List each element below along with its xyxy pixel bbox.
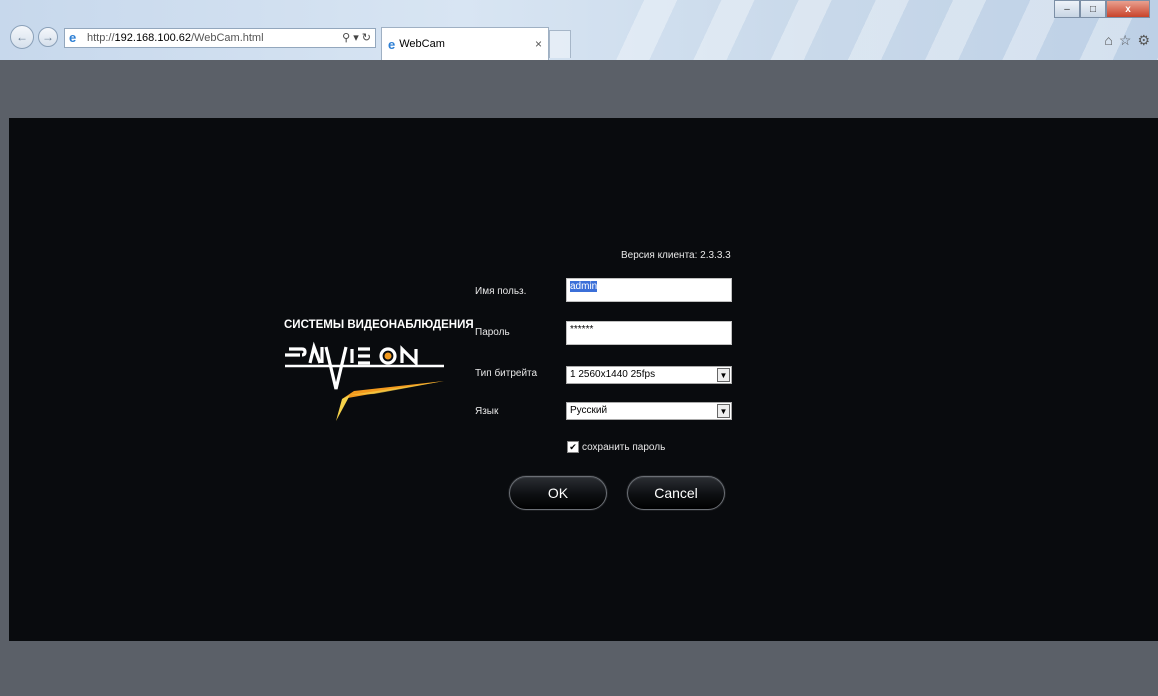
cancel-button[interactable]: Cancel	[627, 476, 725, 510]
minimize-button[interactable]: –	[1054, 0, 1080, 18]
browser-chrome: ← → e http://192.168.100.62/WebCam.html …	[0, 0, 1158, 60]
browser-tools: ⌂ ☆ ⚙	[1104, 32, 1150, 49]
bitrate-label: Тип битрейта	[475, 368, 538, 379]
gear-icon[interactable]: ⚙	[1137, 32, 1150, 49]
star-icon[interactable]: ☆	[1119, 32, 1132, 49]
back-arrow-icon: ←	[16, 30, 28, 44]
client-version: Версия клиента: 2.3.3.3	[621, 250, 731, 261]
window-controls: – □ x	[1054, 0, 1150, 18]
ie-logo-icon: e	[69, 30, 77, 45]
address-tools: ⚲ ▾ ↻	[342, 31, 371, 44]
ie-logo-icon: e	[388, 36, 396, 52]
language-label: Язык	[475, 406, 499, 417]
bitrate-value: 1 2560x1440 25fps	[570, 369, 656, 380]
password-value: ******	[570, 324, 594, 335]
tab-title: WebCam	[399, 38, 445, 50]
ok-button[interactable]: OK	[509, 476, 607, 510]
back-button[interactable]: ←	[10, 25, 34, 49]
chevron-down-icon[interactable]: ▼	[717, 404, 730, 418]
satvision-logo-graphic	[285, 341, 444, 421]
username-label: Имя польз.	[475, 286, 527, 297]
tab-webcam[interactable]: e WebCam ×	[381, 27, 549, 60]
brand-logo: СИСТЕМЫ ВИДЕОНАБЛЮДЕНИЯ	[284, 319, 474, 429]
refresh-icon[interactable]: ↻	[362, 32, 371, 44]
forward-button[interactable]: →	[38, 27, 58, 47]
chevron-down-icon[interactable]: ▼	[717, 368, 730, 382]
password-label: Пароль	[475, 327, 510, 338]
remember-checkbox[interactable]: ✔	[567, 441, 579, 453]
new-tab-button[interactable]	[549, 30, 571, 58]
home-icon[interactable]: ⌂	[1104, 32, 1112, 49]
url-host: 192.168.100.62	[114, 32, 191, 44]
bottom-band	[0, 641, 1158, 696]
forward-arrow-icon: →	[42, 30, 54, 44]
language-select[interactable]: Русский ▼	[566, 402, 732, 420]
dropdown-icon[interactable]: ▾	[353, 32, 359, 44]
maximize-button[interactable]: □	[1080, 0, 1106, 18]
address-bar[interactable]: e http://192.168.100.62/WebCam.html ⚲ ▾ …	[64, 28, 376, 48]
search-icon[interactable]: ⚲	[342, 32, 350, 44]
remember-label: сохранить пароль	[582, 441, 666, 453]
language-value: Русский	[570, 405, 608, 416]
tab-close-icon[interactable]: ×	[535, 37, 542, 51]
bitrate-select[interactable]: 1 2560x1440 25fps ▼	[566, 366, 732, 384]
url-path: /WebCam.html	[191, 32, 264, 44]
remember-password[interactable]: ✔ сохранить пароль	[567, 441, 665, 453]
url-scheme: http://	[87, 32, 115, 44]
top-band	[0, 60, 1158, 118]
close-window-button[interactable]: x	[1106, 0, 1150, 18]
username-input[interactable]: admin	[566, 278, 732, 302]
password-input[interactable]: ******	[566, 321, 732, 345]
username-value: admin	[570, 281, 598, 292]
